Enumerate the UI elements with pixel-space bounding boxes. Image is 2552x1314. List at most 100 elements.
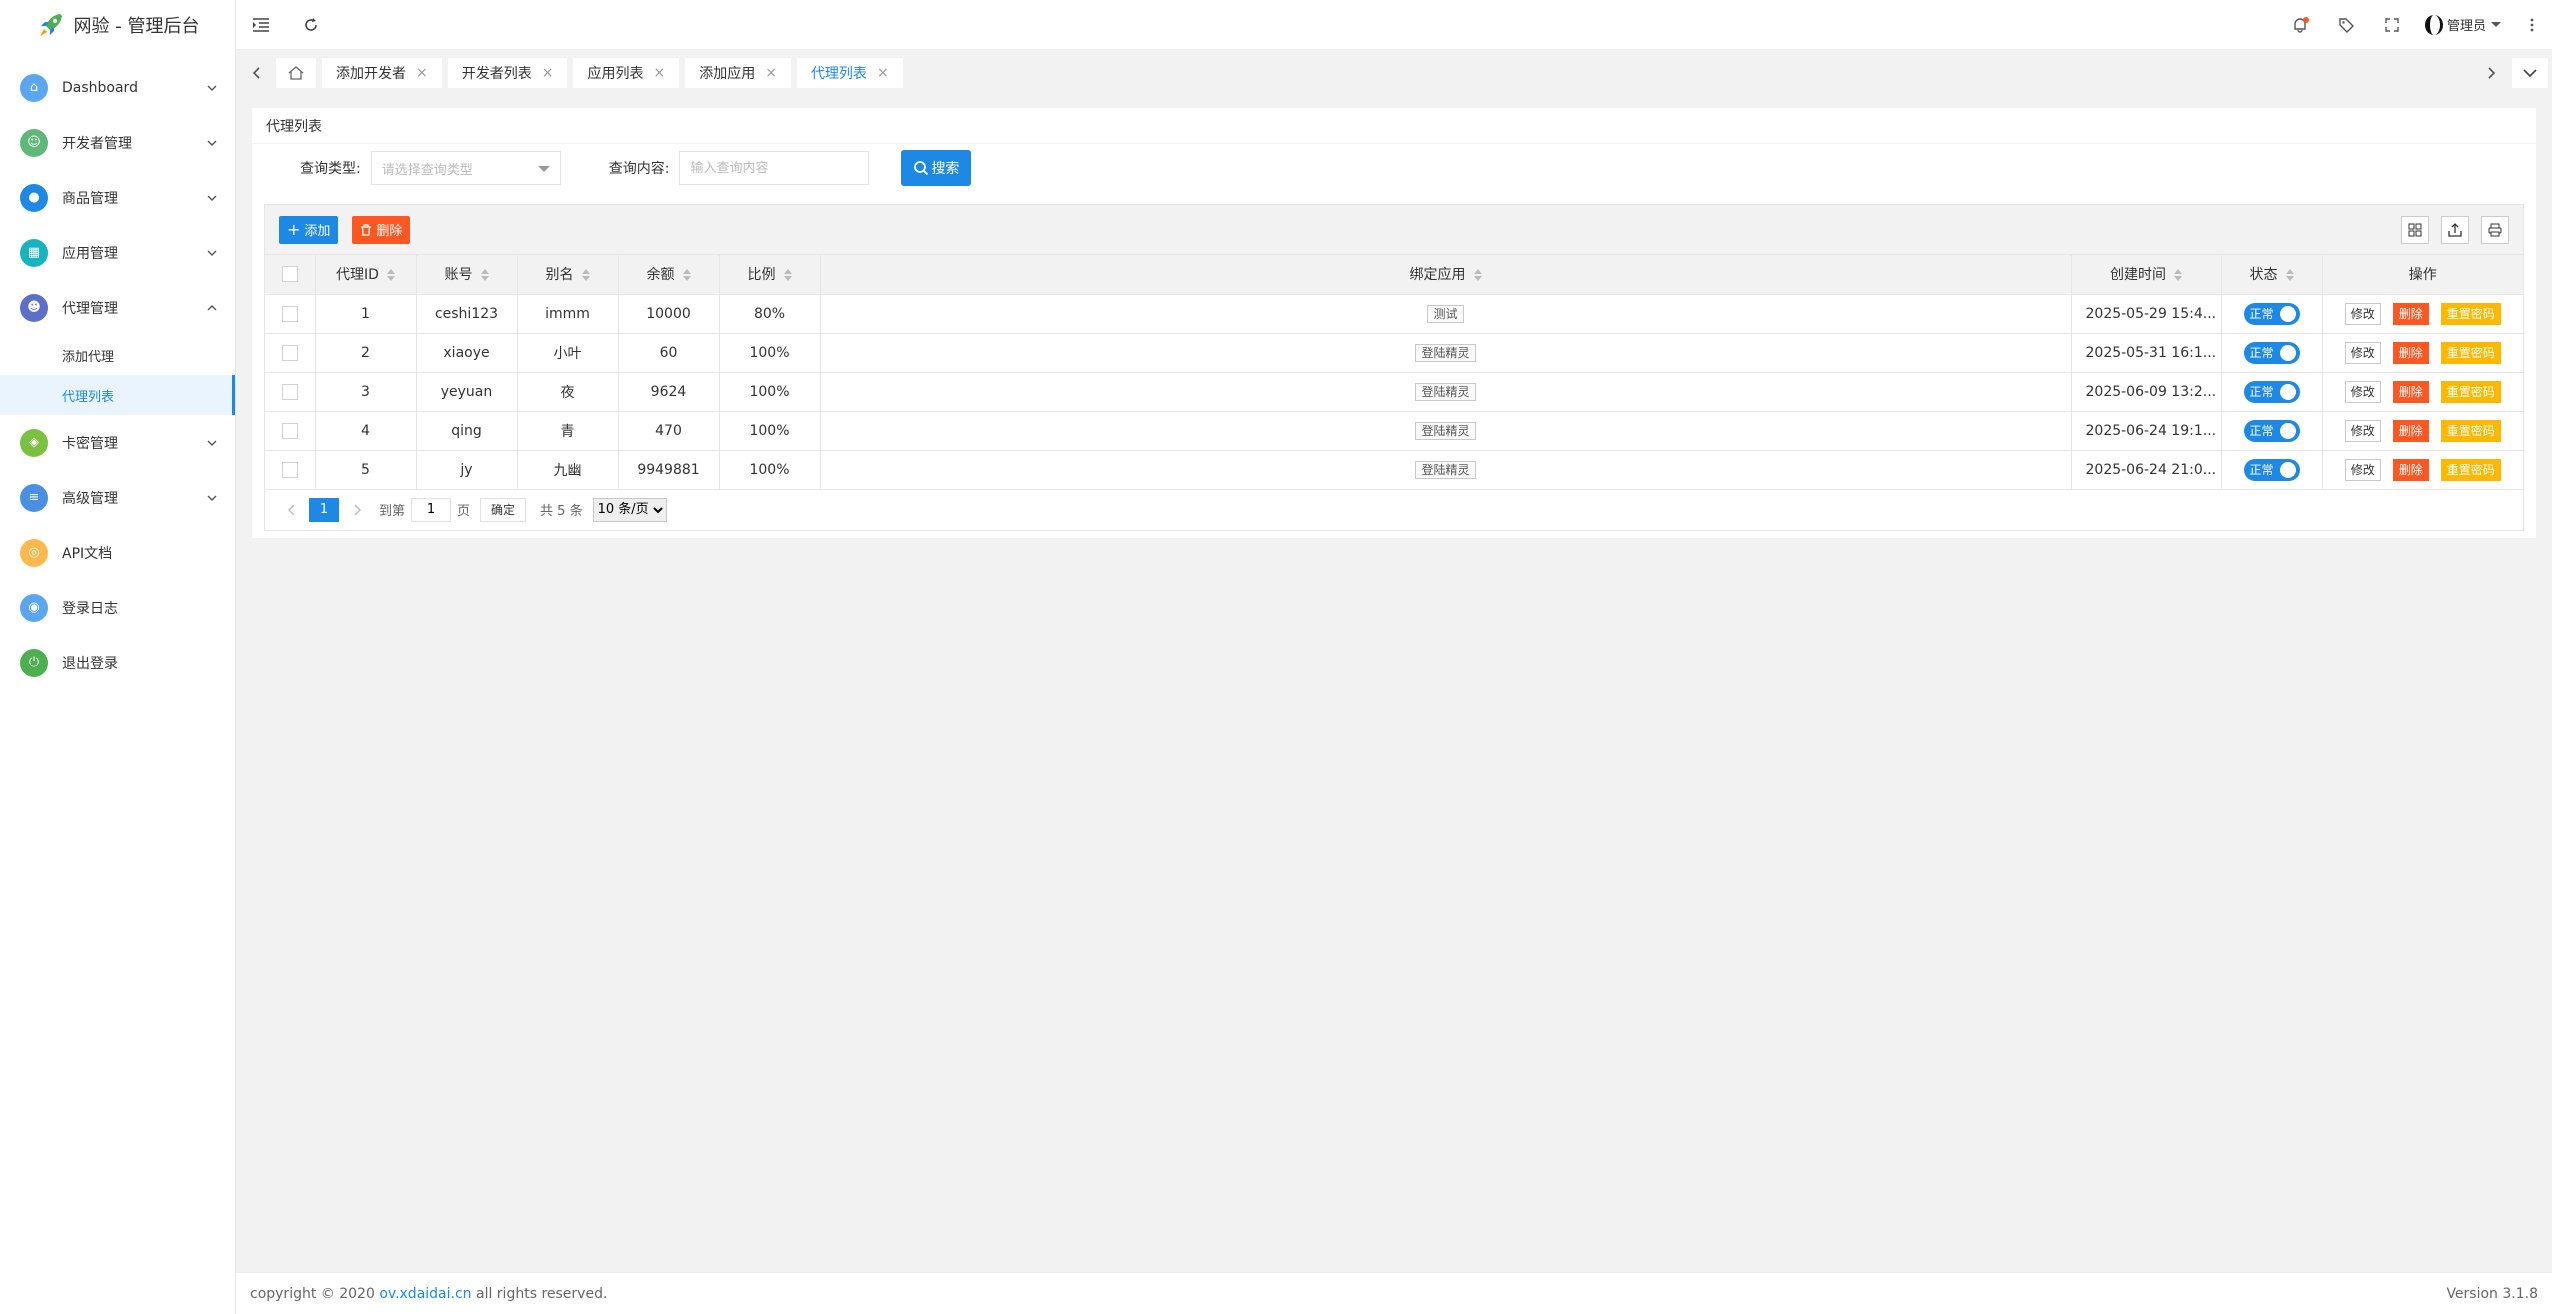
sidebar-item-user[interactable]: ☺ 开发者管理 xyxy=(0,115,235,170)
edit-button[interactable]: 修改 xyxy=(2344,380,2381,403)
column-header-balance[interactable]: 余额 xyxy=(618,255,720,295)
tabs-menu-button[interactable] xyxy=(2512,58,2548,88)
add-button[interactable]: + 添加 xyxy=(279,215,339,244)
goto-confirm-button[interactable]: 确定 xyxy=(480,497,527,522)
row-delete-button[interactable]: 删除 xyxy=(2392,341,2429,364)
reset-password-button[interactable]: 重置密码 xyxy=(2440,341,2501,364)
close-icon[interactable]: × xyxy=(877,65,889,81)
reset-password-button[interactable]: 重置密码 xyxy=(2440,419,2501,442)
column-header-ratio[interactable]: 比例 xyxy=(719,255,821,295)
row-checkbox[interactable] xyxy=(281,422,298,439)
sidebar-item-log[interactable]: ◉ 登录日志 xyxy=(0,580,235,635)
chevron-down-icon xyxy=(207,440,217,446)
notification-button[interactable] xyxy=(2277,0,2323,50)
more-button[interactable] xyxy=(2512,0,2552,50)
refresh-button[interactable] xyxy=(286,0,336,50)
column-header-agent-id[interactable]: 代理ID xyxy=(315,255,417,295)
status-toggle[interactable]: 正常 xyxy=(2243,302,2300,325)
sort-icon[interactable] xyxy=(480,269,489,282)
tab-label: 添加开发者 xyxy=(336,66,406,82)
status-toggle[interactable]: 正常 xyxy=(2243,380,2300,403)
edit-button[interactable]: 修改 xyxy=(2344,458,2381,481)
sidebar-item-doc[interactable]: ◎ API文档 xyxy=(0,525,235,580)
sidebar-item-apple[interactable]: ● 商品管理 xyxy=(0,170,235,225)
sort-icon[interactable] xyxy=(2285,269,2294,282)
sidebar-item-box[interactable]: ◈ 卡密管理 xyxy=(0,415,235,470)
export-button[interactable] xyxy=(2441,215,2469,244)
tab-item[interactable]: 开发者列表 × xyxy=(447,58,568,88)
menu-toggle-button[interactable] xyxy=(236,0,286,50)
sort-icon[interactable] xyxy=(386,269,395,282)
goto-page-input[interactable] xyxy=(411,497,452,522)
print-button[interactable] xyxy=(2481,215,2509,244)
column-filter-button[interactable] xyxy=(2401,215,2429,244)
column-header-alias[interactable]: 别名 xyxy=(517,255,619,295)
delete-button[interactable]: 删除 xyxy=(352,215,411,244)
row-delete-button[interactable]: 删除 xyxy=(2392,458,2429,481)
edit-button[interactable]: 修改 xyxy=(2344,419,2381,442)
row-delete-button[interactable]: 删除 xyxy=(2392,380,2429,403)
query-type-select[interactable]: 请选择查询类型 xyxy=(370,151,561,185)
column-header-status[interactable]: 状态 xyxy=(2221,255,2323,295)
edit-button[interactable]: 修改 xyxy=(2344,341,2381,364)
tab-home[interactable] xyxy=(276,58,316,88)
reset-password-button[interactable]: 重置密码 xyxy=(2440,458,2501,481)
column-header-created-time[interactable]: 创建时间 xyxy=(2071,255,2222,295)
close-icon[interactable]: × xyxy=(416,65,428,81)
close-icon[interactable]: × xyxy=(653,65,665,81)
sort-icon[interactable] xyxy=(783,269,792,282)
cell-alias: 夜 xyxy=(517,372,619,412)
select-all-checkbox[interactable] xyxy=(281,266,298,283)
tab-item[interactable]: 添加应用 × xyxy=(685,58,791,88)
query-content-label: 查询内容: xyxy=(608,161,670,177)
chevron-down-icon xyxy=(207,140,217,146)
search-button[interactable]: 搜索 xyxy=(901,150,972,186)
tabs-scroll-right-button[interactable] xyxy=(2472,50,2512,96)
user-menu[interactable]: 管理员 xyxy=(2415,0,2512,50)
fullscreen-button[interactable] xyxy=(2369,0,2415,50)
status-toggle[interactable]: 正常 xyxy=(2243,341,2300,364)
query-content-input[interactable] xyxy=(679,151,870,185)
page-number-current[interactable]: 1 xyxy=(309,497,339,522)
goto-label: 到第 xyxy=(379,504,406,519)
close-icon[interactable]: × xyxy=(765,65,777,81)
row-checkbox[interactable] xyxy=(281,305,298,322)
sidebar-item-power[interactable]: ⏻ 退出登录 xyxy=(0,635,235,690)
close-icon[interactable]: × xyxy=(542,65,554,81)
submenu-agent-list[interactable]: 代理列表 xyxy=(0,375,235,415)
row-delete-button[interactable]: 删除 xyxy=(2392,419,2429,442)
column-header-bound-app[interactable]: 绑定应用 xyxy=(820,255,2072,295)
sort-icon[interactable] xyxy=(581,269,590,282)
column-header-account[interactable]: 账号 xyxy=(416,255,518,295)
tab-item[interactable]: 代理列表 × xyxy=(796,58,903,88)
next-page-button[interactable] xyxy=(345,504,369,516)
status-toggle[interactable]: 正常 xyxy=(2243,458,2300,481)
row-checkbox[interactable] xyxy=(281,344,298,361)
prev-page-button[interactable] xyxy=(279,504,303,516)
sidebar-item-group[interactable]: ☻ 代理管理 xyxy=(0,280,235,335)
sort-icon[interactable] xyxy=(1473,269,1482,282)
submenu-add-agent[interactable]: 添加代理 xyxy=(0,335,235,375)
tab-item[interactable]: 添加开发者 × xyxy=(322,58,442,88)
sidebar-item-home[interactable]: ⌂ Dashboard xyxy=(0,60,235,115)
sidebar-item-sliders[interactable]: ≡ 高级管理 xyxy=(0,470,235,525)
sidebar-item-app[interactable]: ▦ 应用管理 xyxy=(0,225,235,280)
site-link[interactable]: ov.xdaidai.cn xyxy=(379,1286,471,1302)
row-checkbox[interactable] xyxy=(281,383,298,400)
toggle-knob xyxy=(2279,383,2296,400)
tab-item[interactable]: 应用列表 × xyxy=(573,58,680,88)
row-checkbox[interactable] xyxy=(281,461,298,478)
theme-button[interactable] xyxy=(2323,0,2369,50)
tabs-scroll-left-button[interactable] xyxy=(236,50,276,96)
app-logo[interactable]: 网验 - 管理后台 xyxy=(0,0,235,50)
reset-password-button[interactable]: 重置密码 xyxy=(2440,302,2501,325)
reset-password-button[interactable]: 重置密码 xyxy=(2440,380,2501,403)
sort-icon[interactable] xyxy=(682,269,691,282)
page-size-select[interactable]: 10 条/页 xyxy=(592,497,667,522)
column-header-label: 操作 xyxy=(2408,267,2437,284)
status-toggle[interactable]: 正常 xyxy=(2243,419,2300,442)
sort-icon[interactable] xyxy=(2174,269,2182,282)
edit-button[interactable]: 修改 xyxy=(2344,302,2381,325)
tag-icon xyxy=(2339,17,2354,33)
row-delete-button[interactable]: 删除 xyxy=(2392,302,2429,325)
